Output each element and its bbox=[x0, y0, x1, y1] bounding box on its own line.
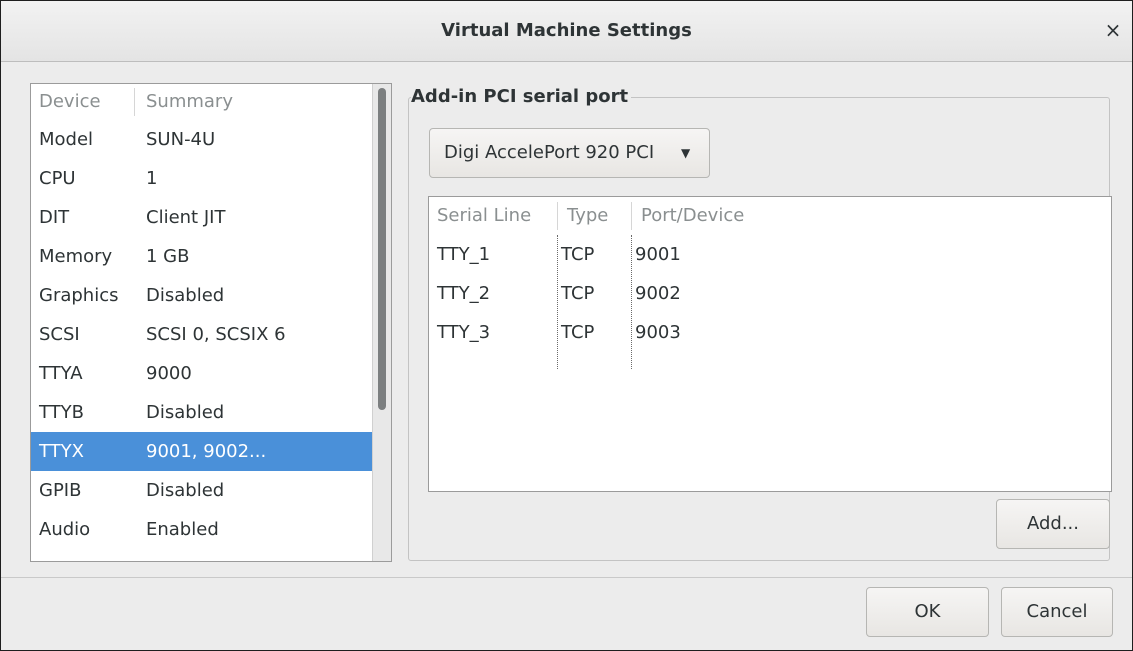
device-name: Audio bbox=[39, 519, 91, 540]
cancel-button[interactable]: Cancel bbox=[1001, 587, 1113, 637]
device-summary: Disabled bbox=[146, 480, 225, 501]
device-row-cpu[interactable]: CPU 1 bbox=[31, 159, 373, 198]
device-name: DIT bbox=[39, 207, 70, 228]
column-separator bbox=[631, 202, 632, 230]
serial-line-type: TCP bbox=[561, 283, 595, 304]
device-summary: Disabled bbox=[146, 285, 225, 306]
device-summary: Disabled bbox=[146, 402, 225, 423]
serial-line-name: TTY_2 bbox=[437, 283, 491, 304]
title-bar[interactable]: Virtual Machine Settings × bbox=[1, 1, 1132, 62]
device-row-ttyx[interactable]: TTYX 9001, 9002... bbox=[31, 432, 373, 471]
device-summary: 9001, 9002... bbox=[146, 441, 267, 462]
pci-card-select-value: Digi AccelePort 920 PCI bbox=[444, 142, 655, 163]
device-summary: Enabled bbox=[146, 519, 219, 540]
device-summary: 1 GB bbox=[146, 246, 190, 267]
device-row-model[interactable]: Model SUN-4U bbox=[31, 120, 373, 159]
serial-line-name: TTY_1 bbox=[437, 244, 491, 265]
column-divider bbox=[631, 235, 632, 369]
serial-line-type: TCP bbox=[561, 322, 595, 343]
device-name: Model bbox=[39, 129, 94, 150]
serial-line-row[interactable]: TTY_2 TCP 9002 bbox=[429, 274, 1111, 313]
serial-line-row[interactable]: TTY_1 TCP 9001 bbox=[429, 235, 1111, 274]
serial-lines-header: Serial Line Type Port/Device bbox=[429, 197, 1111, 235]
column-header-port-device[interactable]: Port/Device bbox=[641, 197, 744, 235]
device-summary: SCSI 0, SCSIX 6 bbox=[146, 324, 286, 345]
device-row-memory[interactable]: Memory 1 GB bbox=[31, 237, 373, 276]
device-row-gpib[interactable]: GPIB Disabled bbox=[31, 471, 373, 510]
device-list[interactable]: Device Summary Model SUN-4U CPU 1 DIT Client … bbox=[30, 83, 392, 562]
device-list-scrollbar[interactable] bbox=[372, 84, 391, 561]
device-row-dit[interactable]: DIT Client JIT bbox=[31, 198, 373, 237]
column-header-type[interactable]: Type bbox=[567, 197, 608, 235]
scrollbar-thumb[interactable] bbox=[378, 88, 386, 410]
device-name: SCSI bbox=[39, 324, 80, 345]
serial-line-row[interactable]: TTY_3 TCP 9003 bbox=[429, 313, 1111, 352]
column-header-device[interactable]: Device bbox=[39, 84, 101, 120]
device-name: TTYA bbox=[39, 363, 83, 384]
ok-button[interactable]: OK bbox=[866, 587, 989, 637]
device-name: CPU bbox=[39, 168, 76, 189]
column-separator bbox=[557, 202, 558, 230]
device-summary: Client JIT bbox=[146, 207, 226, 228]
device-row-audio[interactable]: Audio Enabled bbox=[31, 510, 373, 549]
device-name: TTYB bbox=[39, 402, 85, 423]
chevron-down-icon: ▼ bbox=[681, 146, 691, 160]
device-name: GPIB bbox=[39, 480, 82, 501]
serial-line-port: 9002 bbox=[635, 283, 681, 304]
device-list-rows: Model SUN-4U CPU 1 DIT Client JIT Memory 1 GB Gr… bbox=[31, 120, 373, 549]
close-icon[interactable]: × bbox=[1100, 17, 1126, 43]
column-header-serial-line[interactable]: Serial Line bbox=[437, 197, 531, 235]
pci-card-select[interactable]: Digi AccelePort 920 PCI ▼ bbox=[429, 128, 710, 178]
footer-divider bbox=[1, 577, 1132, 578]
window-title: Virtual Machine Settings bbox=[441, 20, 692, 41]
device-summary: 1 bbox=[146, 168, 158, 189]
serial-line-name: TTY_3 bbox=[437, 322, 491, 343]
serial-line-port: 9001 bbox=[635, 244, 681, 265]
device-row-graphics[interactable]: Graphics Disabled bbox=[31, 276, 373, 315]
column-divider bbox=[557, 235, 558, 369]
device-row-ttyb[interactable]: TTYB Disabled bbox=[31, 393, 373, 432]
column-separator bbox=[134, 88, 135, 116]
column-header-summary[interactable]: Summary bbox=[146, 84, 233, 120]
add-serial-line-button[interactable]: Add... bbox=[996, 499, 1110, 549]
device-name: Graphics bbox=[39, 285, 119, 306]
device-summary: 9000 bbox=[146, 363, 192, 384]
group-label: Add-in PCI serial port bbox=[411, 85, 632, 109]
serial-line-port: 9003 bbox=[635, 322, 681, 343]
device-name: Memory bbox=[39, 246, 113, 267]
serial-line-type: TCP bbox=[561, 244, 595, 265]
serial-lines-table[interactable]: Serial Line Type Port/Device TTY_1 TCP 900… bbox=[428, 196, 1112, 492]
device-list-header: Device Summary bbox=[31, 84, 391, 120]
device-row-scsi[interactable]: SCSI SCSI 0, SCSIX 6 bbox=[31, 315, 373, 354]
device-summary: SUN-4U bbox=[146, 129, 216, 150]
device-row-ttya[interactable]: TTYA 9000 bbox=[31, 354, 373, 393]
device-name: TTYX bbox=[39, 441, 84, 462]
settings-window: Virtual Machine Settings × Device Summar… bbox=[0, 0, 1133, 651]
